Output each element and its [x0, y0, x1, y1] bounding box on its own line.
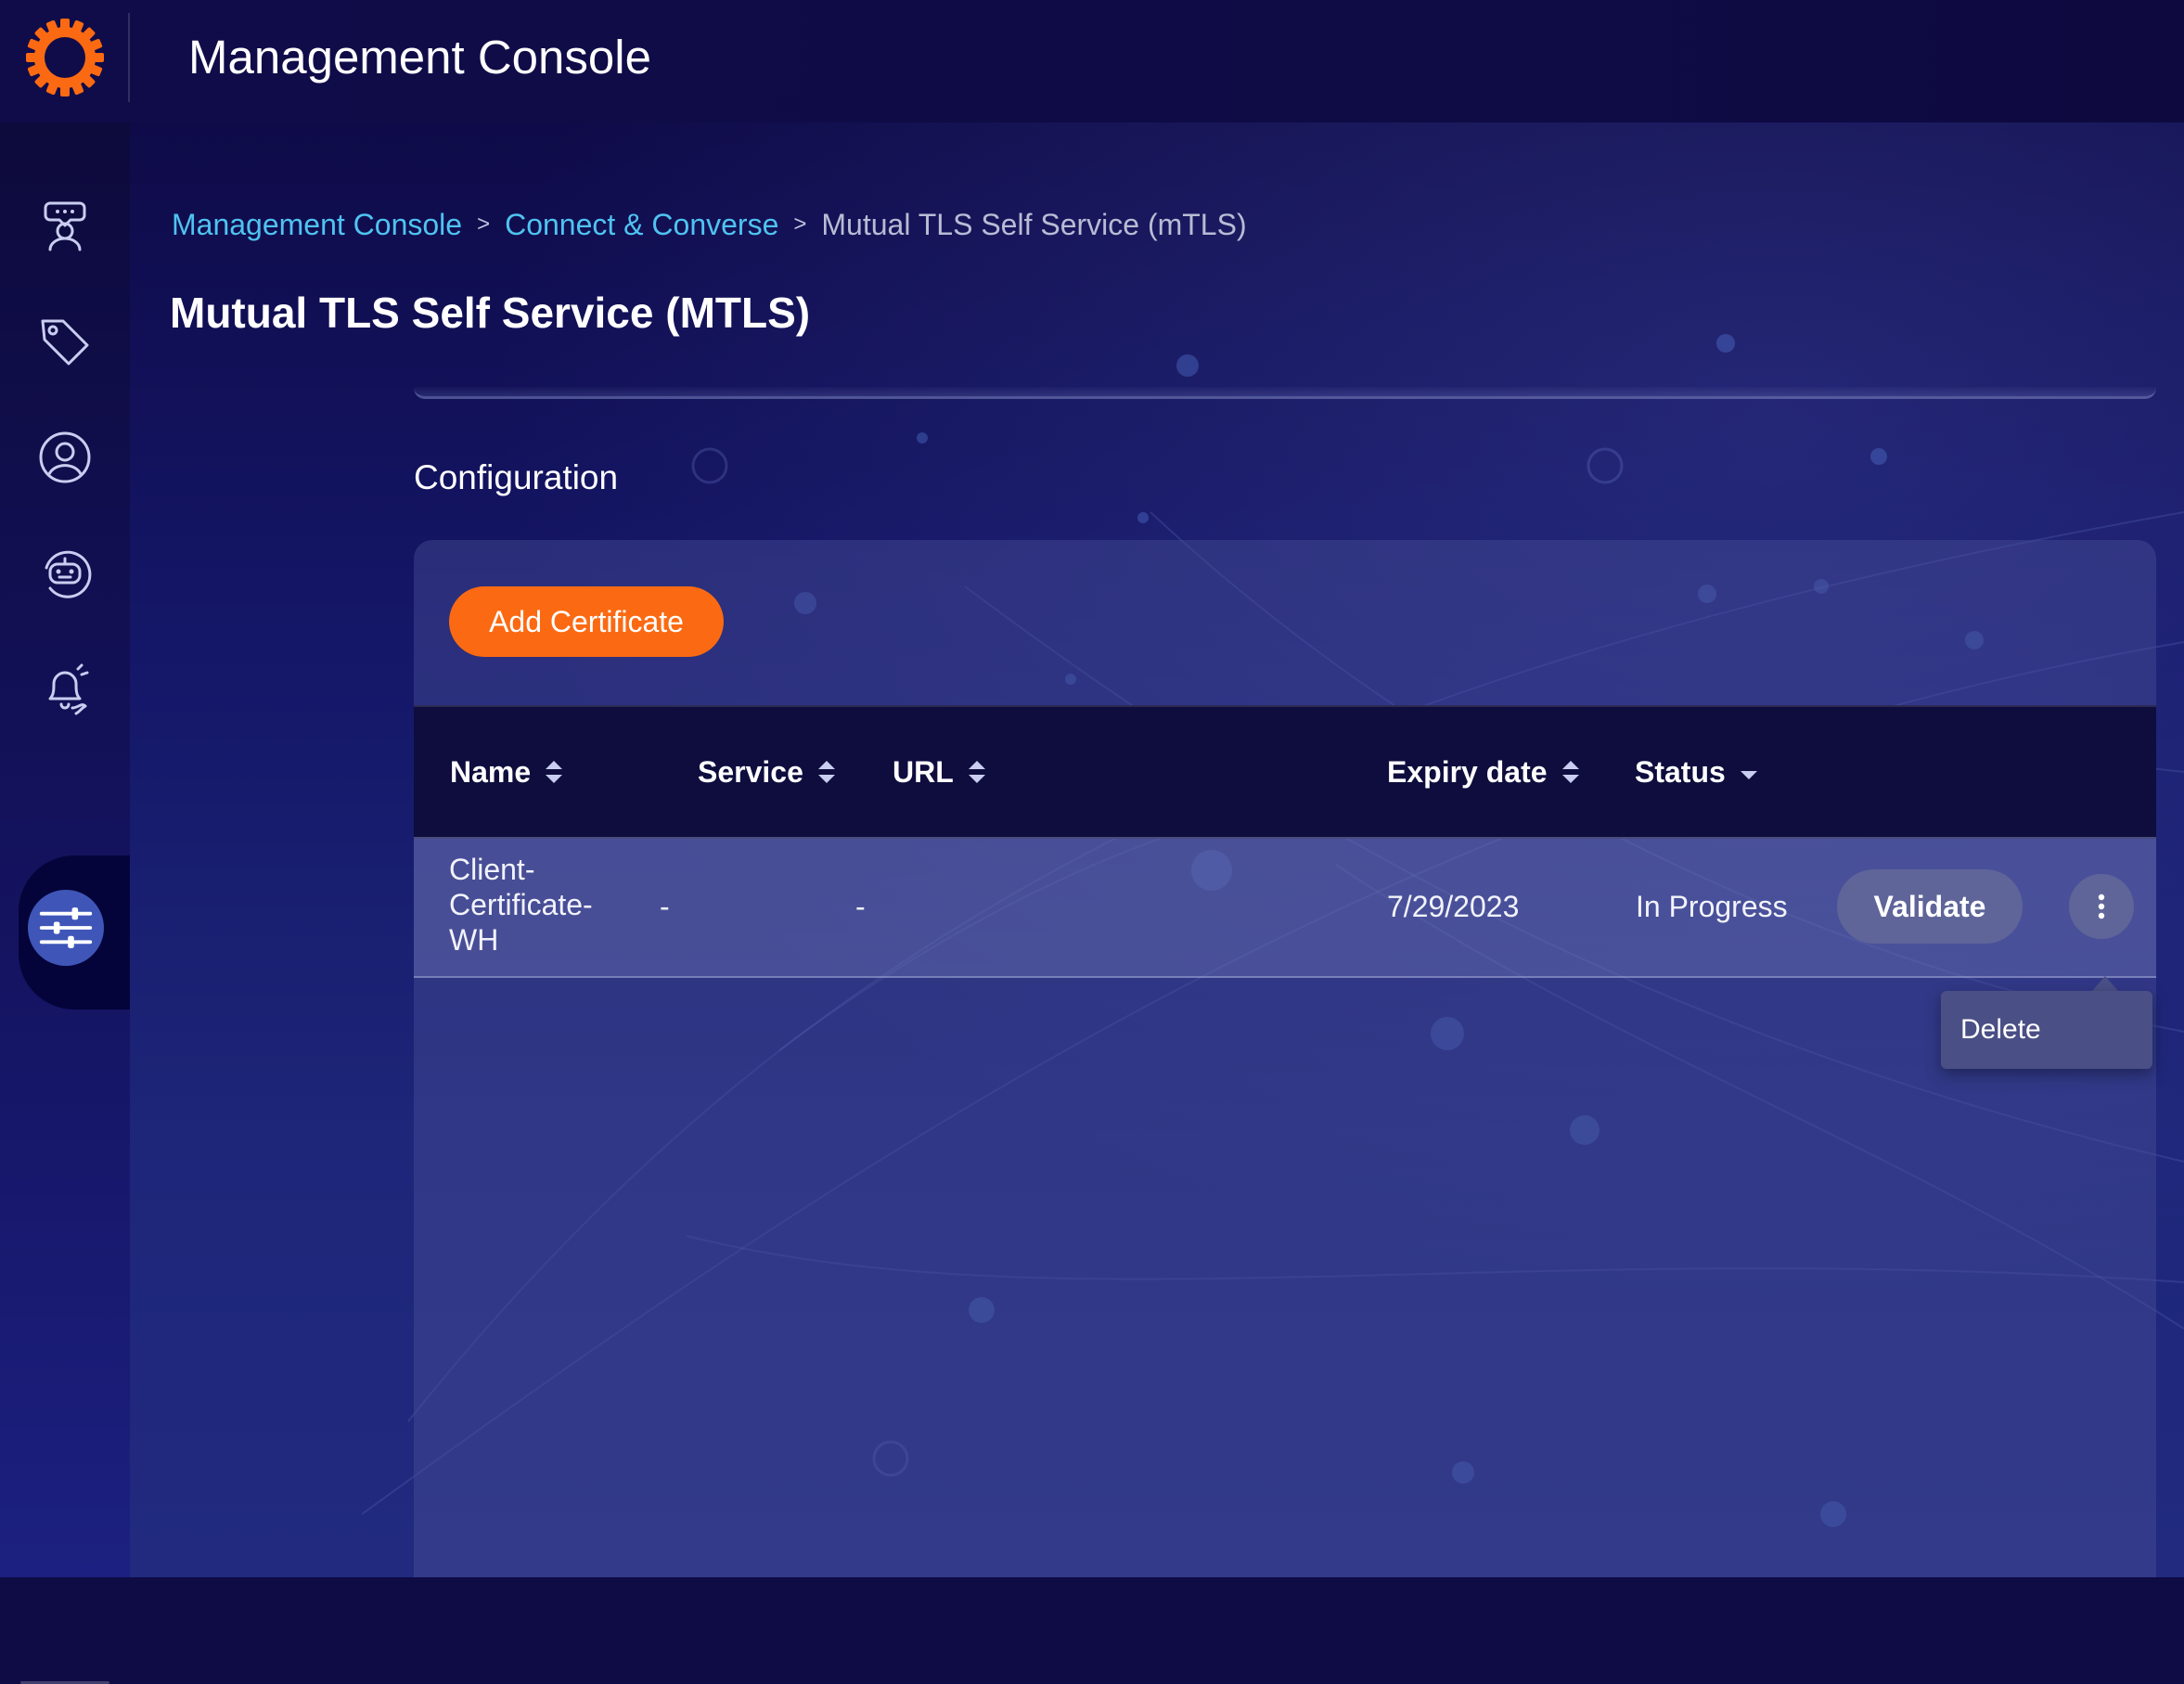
column-header-label: Name: [450, 754, 532, 789]
column-header-label: URL: [893, 754, 954, 789]
cell-service: -: [660, 890, 670, 923]
menu-item-delete[interactable]: Delete: [1960, 1009, 2041, 1050]
column-header-url[interactable]: URL: [893, 707, 987, 837]
section-title: Configuration: [414, 458, 619, 496]
breadcrumb-link-connect-converse[interactable]: Connect & Converse: [505, 204, 778, 245]
breadcrumb-link-management-console[interactable]: Management Console: [172, 204, 462, 245]
cell-url: -: [855, 890, 866, 923]
agent-chat-icon: [44, 201, 86, 251]
caret-down-icon: [1740, 771, 1757, 779]
column-header-expiry-date[interactable]: Expiry date: [1387, 707, 1581, 837]
content-tab-strip: [414, 387, 2156, 399]
sort-icon: [1561, 761, 1579, 783]
breadcrumb: Management Console > Connect & Converse …: [172, 204, 1247, 245]
bot-icon: [45, 550, 92, 598]
gear-logo-icon[interactable]: [24, 17, 106, 98]
sort-icon: [817, 761, 835, 783]
main-content: Management Console > Connect & Converse …: [130, 122, 2184, 1577]
breadcrumb-separator: >: [793, 212, 807, 237]
column-header-name[interactable]: Name: [450, 707, 564, 837]
configuration-panel: Add Certificate Name Service URL Expiry …: [414, 540, 2156, 1577]
user-profile-icon: [39, 431, 91, 483]
sidebar-item-notifications[interactable]: [32, 656, 98, 723]
sidebar: [0, 122, 130, 1684]
sidebar-item-tags[interactable]: [32, 308, 98, 375]
sidebar-item-settings[interactable]: [28, 890, 104, 966]
top-bar: Management Console: [0, 0, 2184, 122]
cell-name: Client-Certificate-WH: [449, 853, 593, 957]
settings-sliders-icon: [39, 907, 93, 948]
sidebar-item-profile[interactable]: [32, 424, 98, 491]
add-certificate-button[interactable]: Add Certificate: [449, 586, 724, 657]
table-row: Client-Certificate-WH - - 7/29/2023 In P…: [414, 837, 2156, 978]
validate-button[interactable]: Validate: [1837, 869, 2023, 944]
row-actions-button[interactable]: [2069, 874, 2134, 939]
column-header-status[interactable]: Status: [1635, 707, 1759, 837]
more-vertical-icon: [2098, 893, 2105, 919]
breadcrumb-separator: >: [477, 212, 491, 237]
tag-icon: [41, 319, 89, 366]
notification-bell-icon: [48, 663, 89, 715]
page-title: Mutual TLS Self Service (MTLS): [170, 289, 811, 337]
table-header: Name Service URL Expiry date Status: [414, 705, 2156, 839]
column-header-label: Expiry date: [1387, 754, 1548, 789]
sidebar-item-bot[interactable]: [32, 540, 98, 607]
column-header-label: Service: [698, 754, 803, 789]
column-header-service[interactable]: Service: [698, 707, 837, 837]
sort-icon: [546, 761, 563, 783]
sort-icon: [968, 761, 985, 783]
topbar-divider: [128, 13, 130, 102]
app-title: Management Console: [188, 31, 651, 84]
cell-expiry-date: 7/29/2023: [1387, 890, 1520, 923]
sidebar-item-agent-chat[interactable]: [32, 192, 98, 259]
row-actions-menu: Delete: [1941, 991, 2152, 1069]
cell-status: In Progress: [1636, 890, 1788, 923]
column-header-label: Status: [1635, 754, 1726, 789]
row-menu-pointer: [2092, 976, 2118, 991]
breadcrumb-current: Mutual TLS Self Service (mTLS): [821, 208, 1247, 241]
